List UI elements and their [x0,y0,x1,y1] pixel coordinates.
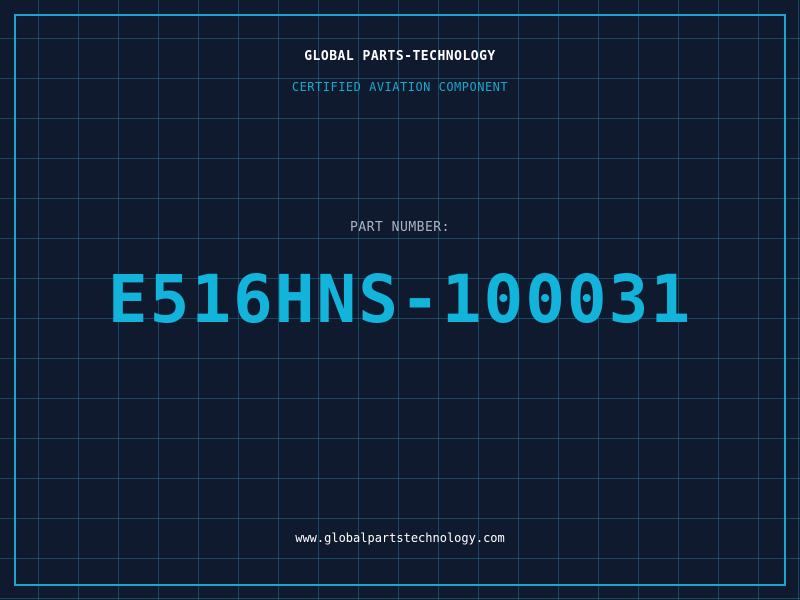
website-link[interactable]: www.globalpartstechnology.com [0,531,800,545]
part-label-card: GLOBAL PARTS-TECHNOLOGY CERTIFIED AVIATI… [0,0,800,600]
part-number-value: E516HNS-100031 [107,261,693,338]
company-name: GLOBAL PARTS-TECHNOLOGY [304,49,496,64]
part-number-label: PART NUMBER: [350,220,450,235]
certification-subtitle: CERTIFIED AVIATION COMPONENT [291,80,509,94]
